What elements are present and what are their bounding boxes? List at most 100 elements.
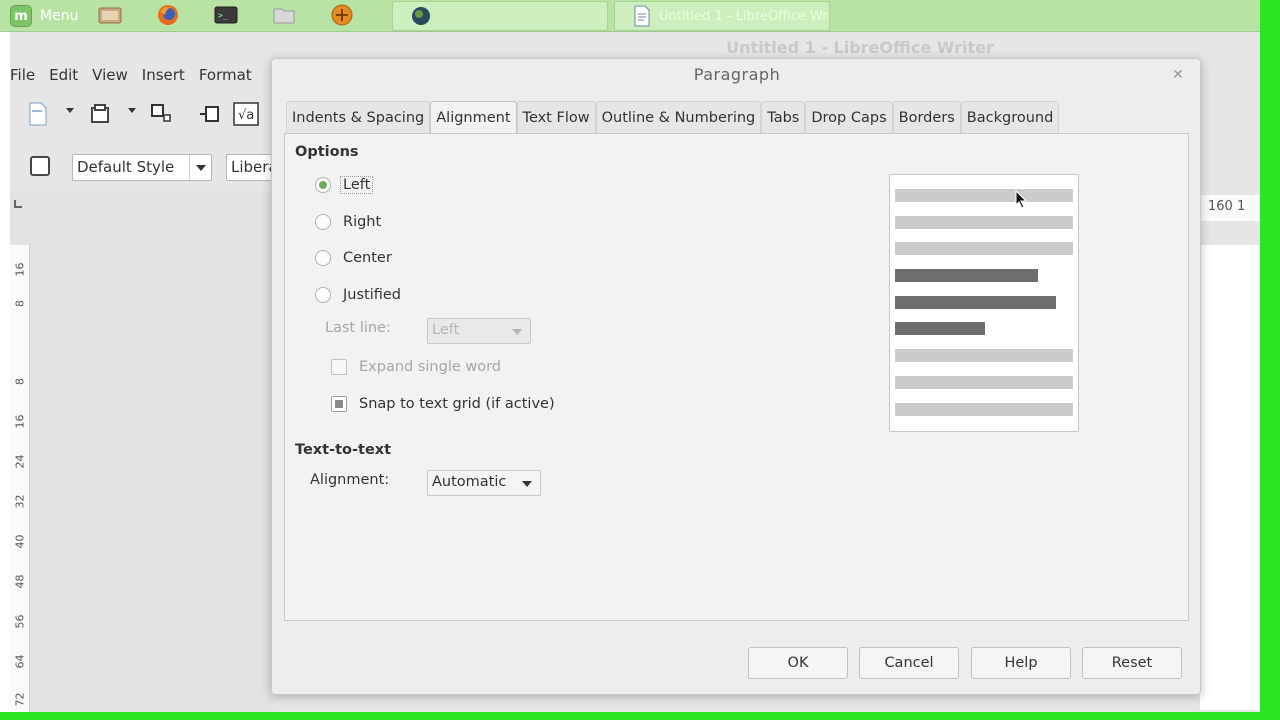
alignment-label: Alignment:	[310, 472, 390, 488]
start-menu-button[interactable]: m Menu	[4, 2, 84, 30]
taskbar-window-2[interactable]: Untitled 1 - LibreOffice Writer	[614, 1, 830, 31]
globe-icon	[412, 7, 430, 25]
last-line-value: Left	[432, 322, 460, 338]
new-dropdown-icon[interactable]	[66, 108, 74, 113]
ruler-number: 8	[13, 300, 27, 307]
menu-file[interactable]: File	[10, 66, 35, 90]
preview-line-current	[895, 322, 985, 335]
insert-object-icon[interactable]	[148, 100, 176, 128]
writer-window-title: Untitled 1 - LibreOffice Writer	[726, 38, 994, 57]
ruler-number: 16	[13, 262, 27, 277]
ruler-corner-icon	[14, 200, 22, 208]
preview-line	[895, 189, 1073, 202]
snap-to-grid-checkbox[interactable]: Snap to text grid (if active)	[331, 393, 555, 415]
tab-outline-numbering[interactable]: Outline & Numbering	[595, 101, 762, 133]
frame-bottom	[0, 712, 1280, 720]
snap-to-grid-label: Snap to text grid (if active)	[359, 396, 555, 412]
radio-button[interactable]	[315, 250, 331, 266]
preview-line	[895, 376, 1073, 389]
templates-dropdown-icon[interactable]	[128, 108, 136, 113]
tab-tabs[interactable]: Tabs	[761, 101, 806, 133]
paragraph-style-combo[interactable]: Default Style	[72, 154, 212, 181]
radio-button[interactable]	[315, 214, 331, 230]
terminal-icon[interactable]: >_	[212, 2, 240, 28]
text-alignment-combo[interactable]: Automatic	[427, 470, 541, 496]
font-name-value: Libera	[231, 158, 276, 176]
menu-edit[interactable]: Edit	[49, 66, 78, 90]
templates-icon[interactable]	[86, 100, 114, 128]
alignment-preview	[889, 174, 1079, 432]
styles-icon[interactable]	[26, 152, 54, 180]
standard-toolbar: √a	[10, 98, 270, 134]
ruler-number: 16	[13, 414, 27, 429]
expand-single-word-checkbox: Expand single word	[331, 356, 501, 378]
menu-bar: File Edit View Insert Format	[10, 66, 266, 90]
align-justified-label: Justified	[343, 287, 401, 303]
tab-background[interactable]: Background	[960, 101, 1060, 133]
folder-icon[interactable]	[270, 2, 298, 28]
formula-icon[interactable]: √a	[232, 100, 260, 128]
task-label: Untitled 1 - LibreOffice Writer	[659, 8, 829, 24]
chevron-down-icon[interactable]	[522, 481, 532, 487]
file-manager-icon[interactable]	[96, 2, 124, 28]
close-icon[interactable]: ✕	[1170, 67, 1186, 83]
ruler-number: 40	[13, 534, 27, 549]
document-page[interactable]	[1200, 245, 1260, 710]
help-button[interactable]: Help	[971, 647, 1071, 679]
text-to-text-heading: Text-to-text	[295, 442, 392, 458]
dialog-tabs: Indents & Spacing Alignment Text Flow Ou…	[286, 101, 1060, 134]
app-icon[interactable]	[328, 2, 356, 28]
formatting-toolbar: Default Style Libera	[10, 148, 276, 184]
ruler-number: 64	[13, 654, 27, 669]
align-justified-radio[interactable]: Justified	[315, 284, 401, 306]
menu-insert[interactable]: Insert	[142, 66, 185, 90]
new-document-icon[interactable]	[24, 100, 52, 128]
ruler-number: 48	[13, 574, 27, 589]
align-left-label: Left	[340, 176, 374, 194]
align-right-label: Right	[343, 214, 382, 230]
mint-logo-icon: m	[10, 5, 32, 27]
vertical-ruler: 16 8 8 16 24 32 40 48 56 64 72	[10, 245, 30, 715]
radio-button[interactable]	[315, 177, 331, 193]
preview-line	[895, 242, 1073, 255]
tab-drop-caps[interactable]: Drop Caps	[805, 101, 893, 133]
mouse-cursor-icon	[1015, 190, 1028, 209]
taskbar-window-1[interactable]	[392, 1, 608, 31]
menu-view[interactable]: View	[92, 66, 128, 90]
align-left-radio[interactable]: Left	[315, 174, 374, 196]
firefox-icon[interactable]	[154, 2, 182, 28]
taskbar: m Menu >_ Untitled 1 - LibreOffice Write…	[0, 0, 1280, 32]
svg-text:>_: >_	[218, 11, 228, 20]
frame-left	[0, 32, 10, 720]
dialog-title: Paragraph	[693, 65, 781, 84]
tab-indents-spacing[interactable]: Indents & Spacing	[286, 101, 431, 133]
chevron-down-icon[interactable]	[189, 155, 211, 180]
font-name-combo[interactable]: Libera	[226, 154, 276, 181]
text-alignment-value: Automatic	[432, 474, 507, 490]
tab-text-flow[interactable]: Text Flow	[516, 101, 596, 133]
ruler-number: 24	[13, 454, 27, 469]
expand-single-word-label: Expand single word	[359, 359, 502, 375]
last-line-combo: Left	[427, 318, 531, 344]
reset-button[interactable]: Reset	[1082, 647, 1182, 679]
frame-icon[interactable]	[196, 100, 224, 128]
align-right-radio[interactable]: Right	[315, 211, 381, 233]
menu-format[interactable]: Format	[199, 66, 252, 90]
chevron-down-icon	[512, 329, 522, 335]
radio-button[interactable]	[315, 287, 331, 303]
ruler-number: 32	[13, 494, 27, 509]
align-center-radio[interactable]: Center	[315, 247, 392, 269]
document-background	[10, 192, 272, 712]
checkbox	[331, 359, 347, 375]
ruler-number: 8	[13, 378, 27, 385]
cancel-button[interactable]: Cancel	[859, 647, 959, 679]
ruler-number: 72	[13, 692, 27, 707]
tab-borders[interactable]: Borders	[892, 101, 961, 133]
ruler-number: 56	[13, 614, 27, 629]
tab-alignment[interactable]: Alignment	[430, 101, 517, 134]
preview-line	[895, 216, 1073, 229]
checkbox[interactable]	[331, 396, 347, 412]
horizontal-ruler: 160 1	[1200, 195, 1260, 221]
writer-doc-icon	[634, 5, 650, 27]
ok-button[interactable]: OK	[748, 647, 848, 679]
